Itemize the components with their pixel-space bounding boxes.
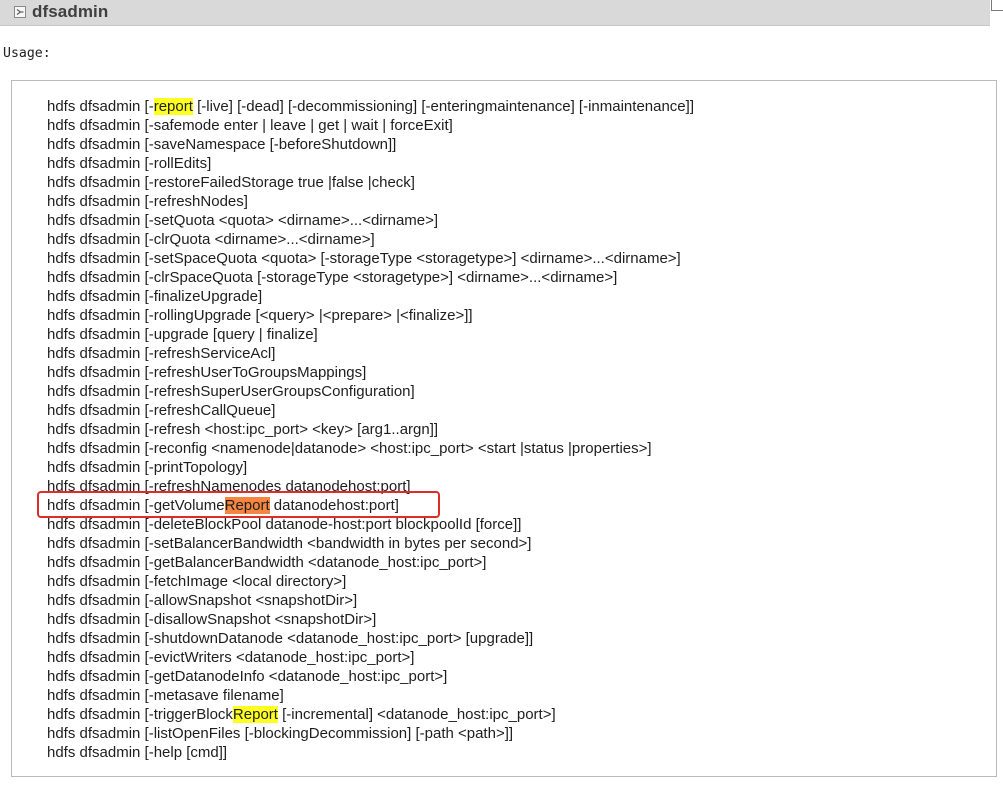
usage-line: hdfs dfsadmin [-upgrade [query | finaliz… [47, 325, 694, 344]
usage-line: hdfs dfsadmin [-triggerBlockReport [-inc… [47, 705, 694, 724]
usage-line: hdfs dfsadmin [-reconfig <namenode|datan… [47, 439, 694, 458]
usage-line-prefix: hdfs dfsadmin [-refreshSuperUserGroupsCo… [47, 383, 415, 400]
usage-line: hdfs dfsadmin [-metasave filename] [47, 686, 694, 705]
collapse-toggle-icon[interactable] [14, 6, 26, 18]
usage-line: hdfs dfsadmin [-listOpenFiles [-blocking… [47, 724, 694, 743]
usage-line-prefix: hdfs dfsadmin [-refreshUserToGroupsMappi… [47, 364, 367, 381]
search-match-highlight: Report [232, 706, 278, 723]
usage-line-prefix: hdfs dfsadmin [-getBalancerBandwidth <da… [47, 554, 487, 571]
usage-line: hdfs dfsadmin [-getBalancerBandwidth <da… [47, 553, 694, 572]
usage-line: hdfs dfsadmin [-report [-live] [-dead] [… [47, 97, 694, 116]
usage-line: hdfs dfsadmin [-evictWriters <datanode_h… [47, 648, 694, 667]
usage-line-prefix: hdfs dfsadmin [-safemode enter | leave |… [47, 117, 453, 134]
usage-line-prefix: hdfs dfsadmin [-setBalancerBandwidth <ba… [47, 535, 532, 552]
search-match-highlight: Report [224, 497, 270, 514]
usage-line: hdfs dfsadmin [-deleteBlockPool datanode… [47, 515, 694, 534]
usage-line-prefix: hdfs dfsadmin [-clrSpaceQuota [-storageT… [47, 269, 618, 286]
usage-line-prefix: hdfs dfsadmin [-printTopology] [47, 459, 248, 476]
usage-line: hdfs dfsadmin [-getDatanodeInfo <datanod… [47, 667, 694, 686]
usage-line: hdfs dfsadmin [-help [cmd]] [47, 743, 694, 762]
usage-line: hdfs dfsadmin [-fetchImage <local direct… [47, 572, 694, 591]
usage-line: hdfs dfsadmin [-clrQuota <dirname>...<di… [47, 230, 694, 249]
usage-line: hdfs dfsadmin [-setQuota <quota> <dirnam… [47, 211, 694, 230]
corner-frame-decoration [991, 0, 1003, 11]
usage-line-prefix: hdfs dfsadmin [-fetchImage <local direct… [47, 573, 347, 590]
page: dfsadmin Usage: hdfs dfsadmin [-report [… [0, 0, 1003, 791]
usage-line-prefix: hdfs dfsadmin [-saveNamespace [-beforeSh… [47, 136, 397, 153]
usage-line-prefix: hdfs dfsadmin [-getVolume [47, 497, 225, 514]
usage-line-suffix: datanodehost:port] [269, 497, 399, 514]
usage-line: hdfs dfsadmin [-finalizeUpgrade] [47, 287, 694, 306]
usage-line: hdfs dfsadmin [-refreshNodes] [47, 192, 694, 211]
section-title: dfsadmin [32, 2, 109, 21]
usage-line-prefix: hdfs dfsadmin [-refreshServiceAcl] [47, 345, 276, 362]
usage-line-prefix: hdfs dfsadmin [-refreshNodes] [47, 193, 248, 210]
usage-line: hdfs dfsadmin [-restoreFailedStorage tru… [47, 173, 694, 192]
usage-line-prefix: hdfs dfsadmin [-refresh <host:ipc_port> … [47, 421, 439, 438]
usage-line: hdfs dfsadmin [-refreshCallQueue] [47, 401, 694, 420]
usage-line: hdfs dfsadmin [-saveNamespace [-beforeSh… [47, 135, 694, 154]
usage-label: Usage: [3, 46, 51, 61]
usage-line: hdfs dfsadmin [-disallowSnapshot <snapsh… [47, 610, 694, 629]
usage-line: hdfs dfsadmin [-clrSpaceQuota [-storageT… [47, 268, 694, 287]
usage-line-prefix: hdfs dfsadmin [-restoreFailedStorage tru… [47, 174, 415, 191]
usage-line-prefix: hdfs dfsadmin [-rollEdits] [47, 155, 212, 172]
usage-line-prefix: hdfs dfsadmin [- [47, 98, 154, 115]
usage-line-prefix: hdfs dfsadmin [-getDatanodeInfo <datanod… [47, 668, 448, 685]
usage-line: hdfs dfsadmin [-printTopology] [47, 458, 694, 477]
usage-line-prefix: hdfs dfsadmin [-finalizeUpgrade] [47, 288, 263, 305]
usage-line-prefix: hdfs dfsadmin [-refreshCallQueue] [47, 402, 276, 419]
usage-line-prefix: hdfs dfsadmin [-clrQuota <dirname>...<di… [47, 231, 375, 248]
usage-line-prefix: hdfs dfsadmin [-rollingUpgrade [<query> … [47, 307, 473, 324]
usage-line: hdfs dfsadmin [-refreshUserToGroupsMappi… [47, 363, 694, 382]
usage-line-prefix: hdfs dfsadmin [-metasave filename] [47, 687, 284, 704]
usage-line-prefix: hdfs dfsadmin [-evictWriters <datanode_h… [47, 649, 415, 666]
usage-line: hdfs dfsadmin [-rollEdits] [47, 154, 694, 173]
usage-line-prefix: hdfs dfsadmin [-upgrade [query | finaliz… [47, 326, 318, 343]
usage-box: hdfs dfsadmin [-report [-live] [-dead] [… [11, 80, 997, 777]
usage-line-prefix: hdfs dfsadmin [-deleteBlockPool datanode… [47, 516, 522, 533]
usage-line-prefix: hdfs dfsadmin [-help [cmd]] [47, 744, 228, 761]
section-header[interactable]: dfsadmin [0, 0, 990, 26]
usage-line: hdfs dfsadmin [-setSpaceQuota <quota> [-… [47, 249, 694, 268]
usage-line: hdfs dfsadmin [-refreshNamenodes datanod… [47, 477, 694, 496]
usage-line: hdfs dfsadmin [-shutdownDatanode <datano… [47, 629, 694, 648]
usage-line: hdfs dfsadmin [-setBalancerBandwidth <ba… [47, 534, 694, 553]
usage-line-suffix: [-live] [-dead] [-decommissioning] [-ent… [192, 98, 694, 115]
usage-line-prefix: hdfs dfsadmin [-setSpaceQuota <quota> [-… [47, 250, 681, 267]
usage-line: hdfs dfsadmin [-getVolumeReport datanode… [47, 496, 694, 515]
usage-lines: hdfs dfsadmin [-report [-live] [-dead] [… [47, 97, 694, 762]
usage-line-prefix: hdfs dfsadmin [-allowSnapshot <snapshotD… [47, 592, 358, 609]
search-match-highlight: report [153, 98, 193, 115]
usage-line-prefix: hdfs dfsadmin [-listOpenFiles [-blocking… [47, 725, 514, 742]
usage-line-suffix: [-incremental] <datanode_host:ipc_port>] [277, 706, 556, 723]
usage-line: hdfs dfsadmin [-safemode enter | leave |… [47, 116, 694, 135]
usage-line-prefix: hdfs dfsadmin [-triggerBlock [47, 706, 233, 723]
usage-line-prefix: hdfs dfsadmin [-refreshNamenodes datanod… [47, 478, 411, 495]
usage-line-prefix: hdfs dfsadmin [-reconfig <namenode|datan… [47, 440, 652, 457]
usage-line: hdfs dfsadmin [-rollingUpgrade [<query> … [47, 306, 694, 325]
usage-line: hdfs dfsadmin [-refresh <host:ipc_port> … [47, 420, 694, 439]
usage-line: hdfs dfsadmin [-allowSnapshot <snapshotD… [47, 591, 694, 610]
usage-line-prefix: hdfs dfsadmin [-setQuota <quota> <dirnam… [47, 212, 439, 229]
usage-line: hdfs dfsadmin [-refreshSuperUserGroupsCo… [47, 382, 694, 401]
usage-line-prefix: hdfs dfsadmin [-shutdownDatanode <datano… [47, 630, 534, 647]
usage-line: hdfs dfsadmin [-refreshServiceAcl] [47, 344, 694, 363]
usage-line-prefix: hdfs dfsadmin [-disallowSnapshot <snapsh… [47, 611, 377, 628]
